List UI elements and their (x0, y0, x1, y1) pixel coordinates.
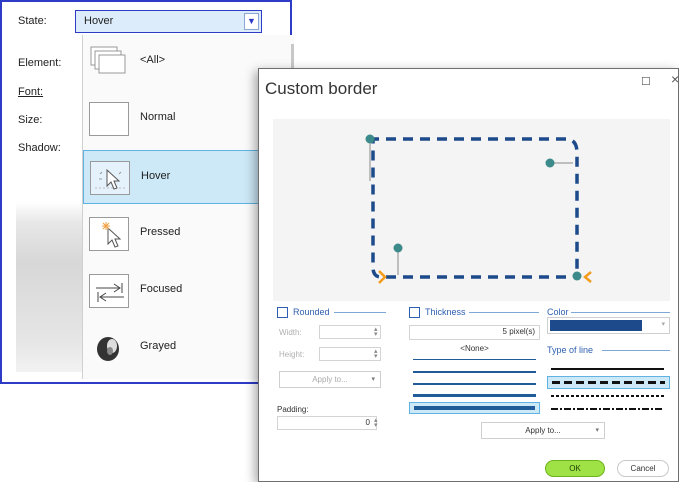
apply-to-label: Apply to... (525, 426, 561, 435)
ok-button[interactable]: OK (545, 460, 605, 477)
maximize-icon[interactable]: ☐ (641, 75, 651, 88)
rounded-apply-to-button[interactable]: Apply to... ▾ (279, 371, 381, 388)
custom-border-dialog: Custom border ☐ × Rounded Width: ▴ ▾ Heig… (258, 68, 679, 482)
border-preview (273, 119, 670, 301)
state-dropdown-value: Hover (84, 15, 114, 27)
dashed-border-preview (369, 137, 579, 279)
thickness-checkbox[interactable] (409, 307, 420, 318)
radius-handle (393, 243, 403, 253)
state-option-label: Normal (140, 111, 176, 123)
rounded-checkbox[interactable] (277, 307, 288, 318)
chevron-down-icon: ▾ (595, 427, 599, 434)
line-type-dash-dot[interactable] (547, 403, 670, 416)
style-editor-window: State: Element: Font: Size: Shadow: Hove… (0, 0, 295, 384)
pressed-state-icon (89, 217, 129, 251)
thickness-input[interactable]: 5 pixel(s) (409, 325, 540, 340)
height-label: Height: (279, 350, 305, 359)
size-label: Size: (18, 114, 43, 126)
corner-handle (572, 271, 582, 281)
thickness-option-selected[interactable] (409, 402, 540, 414)
padding-value: 0 (365, 418, 370, 427)
line-type-label: Type of line (547, 345, 594, 355)
padding-input[interactable]: 0 (277, 416, 377, 430)
state-dropdown[interactable]: Hover ▼ (75, 10, 262, 33)
resize-arrow-icon (378, 270, 387, 284)
state-label: State: (18, 15, 47, 27)
line-type-dotted[interactable] (547, 390, 670, 403)
radius-handle (545, 158, 555, 168)
font-label: Font: (18, 86, 44, 98)
dialog-title: Custom border (265, 79, 378, 98)
thickness-none-option[interactable]: <None> (409, 344, 540, 353)
thickness-option[interactable] (413, 371, 536, 373)
line-type-solid[interactable] (547, 363, 670, 376)
color-picker[interactable]: ▾ (547, 317, 670, 334)
divider (571, 312, 670, 313)
color-label: Color (547, 307, 569, 317)
line-type-dashed[interactable] (547, 376, 670, 389)
height-spinner-icon[interactable]: ▴ ▾ (374, 348, 378, 360)
all-states-icon (89, 45, 129, 79)
shadow-label: Shadow: (18, 142, 61, 154)
width-spinner-icon[interactable]: ▴ ▾ (374, 326, 378, 338)
rounded-label: Rounded (293, 307, 330, 317)
thickness-apply-to-button[interactable]: Apply to... ▾ (481, 422, 605, 439)
corner-handle (365, 134, 375, 144)
thickness-value: 5 pixel(s) (502, 327, 535, 336)
cancel-button[interactable]: Cancel (617, 460, 669, 477)
close-icon[interactable]: × (671, 71, 679, 87)
state-option-label: Grayed (140, 340, 177, 352)
padding-label: Padding: (277, 405, 309, 414)
focused-state-icon (89, 274, 129, 308)
width-label: Width: (279, 328, 302, 337)
state-option-label: Pressed (140, 226, 181, 238)
chevron-down-icon: ▾ (371, 376, 375, 383)
grayed-state-icon (89, 331, 129, 365)
hover-state-icon (90, 161, 130, 195)
divider (602, 350, 670, 351)
thickness-option[interactable] (413, 383, 536, 385)
color-swatch (550, 320, 642, 331)
thickness-option[interactable] (413, 359, 536, 360)
state-option-label: Focused (140, 283, 183, 295)
thickness-option[interactable] (413, 394, 536, 397)
apply-to-label: Apply to... (312, 375, 348, 384)
resize-arrow-icon (583, 271, 592, 283)
background-panel (16, 202, 82, 372)
normal-state-icon (89, 102, 129, 136)
height-input[interactable] (319, 347, 381, 361)
element-label: Element: (18, 57, 62, 69)
chevron-down-icon: ▾ (661, 321, 665, 328)
state-option-label: <All> (140, 54, 166, 66)
thickness-list: <None> (409, 344, 540, 414)
width-input[interactable] (319, 325, 381, 339)
thickness-label: Thickness (425, 307, 466, 317)
padding-spinner-icon[interactable]: ▴ ▾ (374, 417, 378, 429)
chevron-down-icon[interactable]: ▼ (244, 13, 259, 30)
divider (469, 312, 539, 313)
state-option-label: Hover (141, 170, 171, 182)
divider (334, 312, 386, 313)
